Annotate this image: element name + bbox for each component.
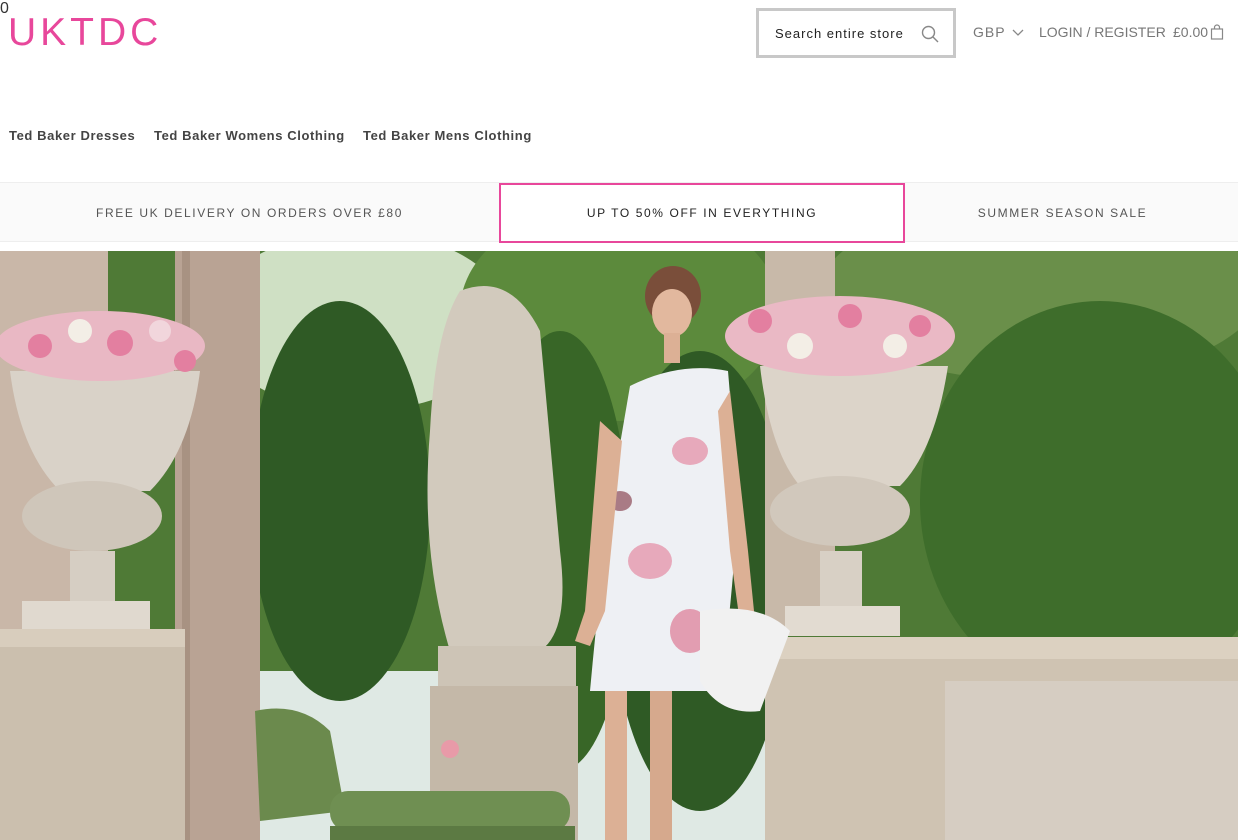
promo-summer-sale[interactable]: SUMMER SEASON SALE	[905, 183, 1220, 243]
cart-total: £0.00	[1173, 24, 1209, 40]
search-placeholder: Search entire store	[775, 25, 904, 41]
cart-count-badge: 0	[0, 0, 9, 17]
search-icon[interactable]	[921, 25, 939, 43]
cart-button[interactable]: £0.00	[1173, 24, 1224, 40]
chevron-down-icon	[1012, 24, 1024, 40]
promo-bar: FREE UK DELIVERY ON ORDERS OVER £80 UP T…	[0, 182, 1238, 243]
promo-free-delivery[interactable]: FREE UK DELIVERY ON ORDERS OVER £80	[0, 183, 499, 243]
nav-item-womens-clothing[interactable]: Ted Baker Womens Clothing	[154, 128, 345, 143]
shopping-bag-icon	[1210, 24, 1224, 40]
nav-item-dresses[interactable]: Ted Baker Dresses	[9, 128, 135, 143]
login-register-link[interactable]: LOGIN / REGISTER	[1039, 24, 1166, 40]
site-logo[interactable]: UKTDC	[8, 12, 162, 54]
currency-selector[interactable]: GBP	[973, 24, 1024, 40]
currency-label: GBP	[973, 24, 1006, 40]
site-header: UKTDC Search entire store GBP LOGIN / RE…	[0, 0, 1238, 70]
promo-sale-50[interactable]: UP TO 50% OFF IN EVERYTHING	[499, 183, 905, 243]
nav-item-mens-clothing[interactable]: Ted Baker Mens Clothing	[363, 128, 532, 143]
main-navigation: Ted Baker Dresses Ted Baker Womens Cloth…	[0, 128, 1238, 148]
search-input[interactable]: Search entire store	[756, 8, 956, 58]
hero-banner-image[interactable]	[0, 251, 1238, 840]
